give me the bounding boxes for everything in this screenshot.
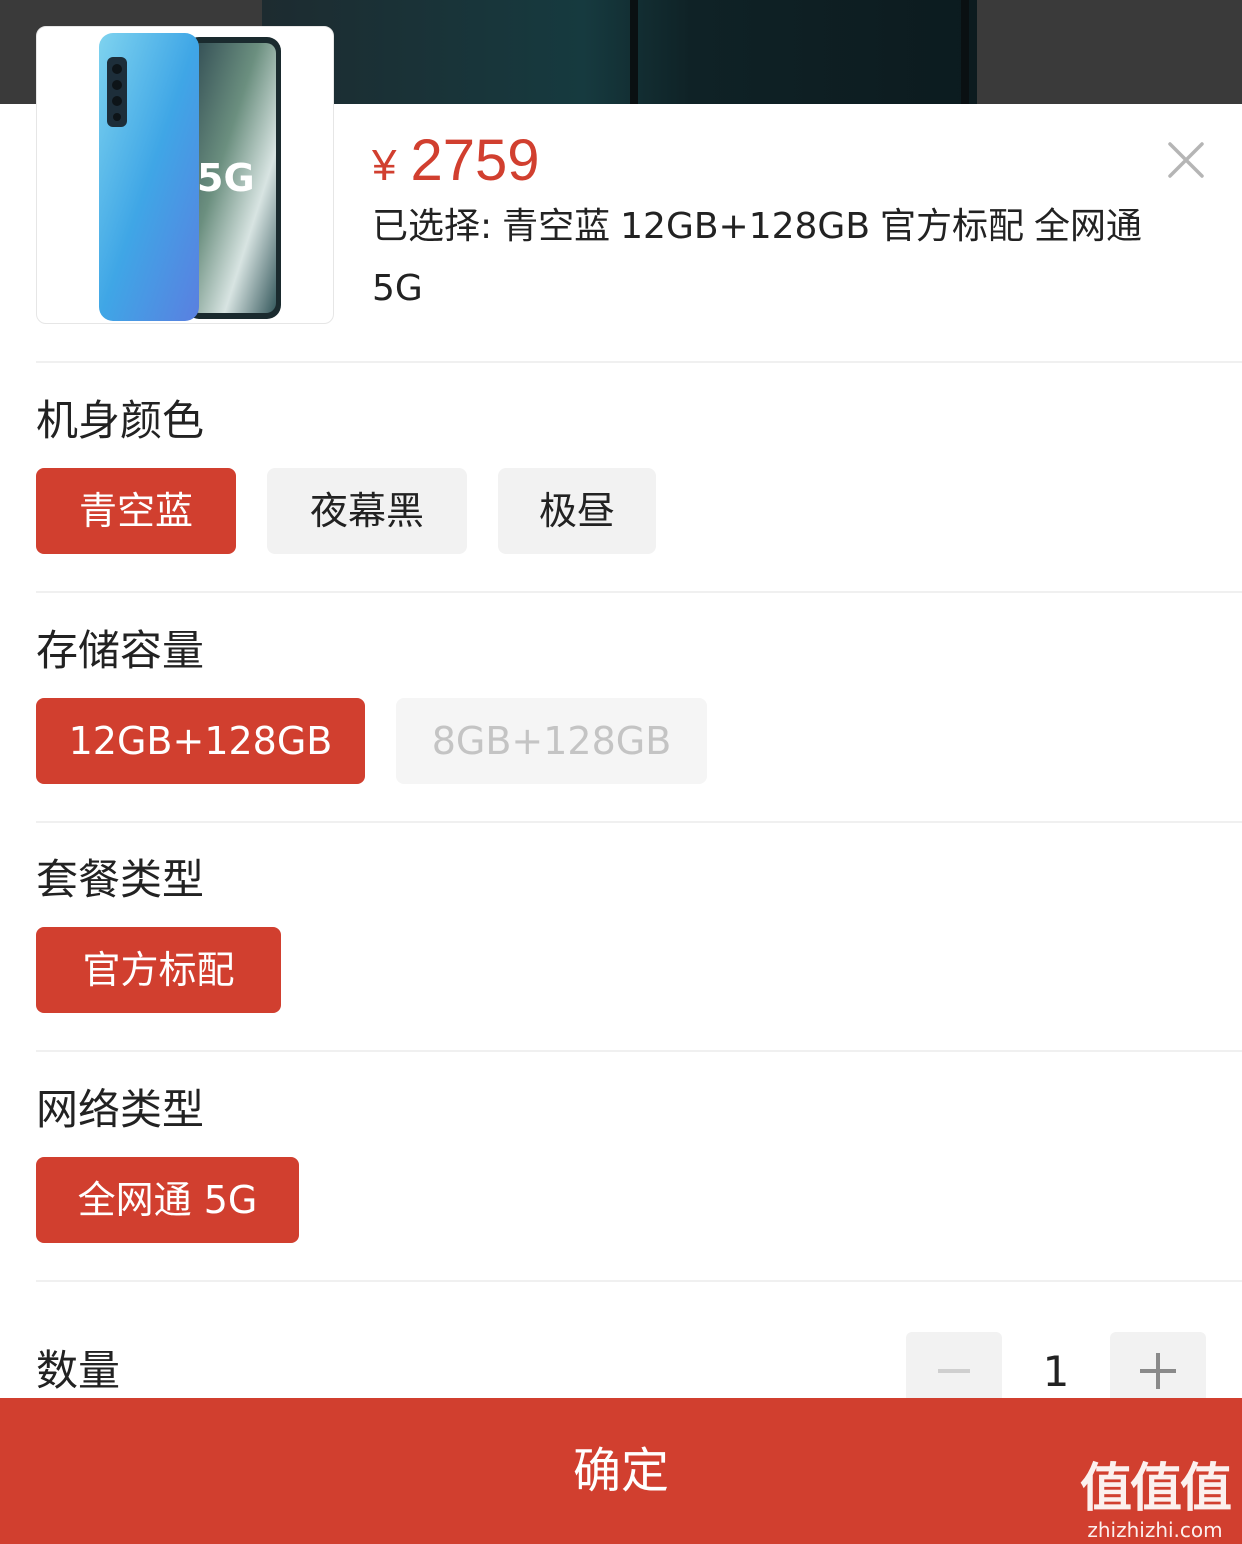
phone-5g-text: 5G xyxy=(197,156,255,200)
network-option-5g[interactable]: 全网通 5G xyxy=(36,1157,299,1243)
package-option-standard[interactable]: 官方标配 xyxy=(36,927,281,1013)
color-option-black[interactable]: 夜幕黑 xyxy=(267,468,467,554)
selected-color: 青空蓝 xyxy=(502,206,611,247)
color-option-white[interactable]: 极昼 xyxy=(498,468,656,554)
network-section-title: 网络类型 xyxy=(36,1085,205,1134)
divider xyxy=(36,1280,1242,1282)
divider xyxy=(36,361,1242,363)
storage-section-title: 存储容量 xyxy=(36,626,205,675)
close-icon xyxy=(1168,142,1204,178)
package-section-title: 套餐类型 xyxy=(36,855,205,904)
backdrop-phone-image xyxy=(262,0,977,104)
divider xyxy=(36,821,1242,823)
quantity-title: 数量 xyxy=(36,1346,121,1395)
phone-image: 5G xyxy=(99,33,281,321)
divider xyxy=(36,1050,1242,1052)
selected-package: 官方标配 xyxy=(880,206,1025,247)
product-thumbnail: 5G xyxy=(36,26,334,324)
plus-icon xyxy=(1140,1353,1176,1389)
storage-option-12gb[interactable]: 12GB+128GB xyxy=(36,698,365,784)
selected-summary: 已选择: 青空蓝 12GB+128GB 官方标配 全网通 5G xyxy=(372,196,1202,320)
selected-label: 已选择: xyxy=(372,206,493,247)
color-section-title: 机身颜色 xyxy=(36,396,205,445)
divider xyxy=(36,591,1242,593)
close-button[interactable] xyxy=(1164,138,1208,182)
quantity-increase-button[interactable] xyxy=(1110,1332,1206,1408)
storage-option-8gb: 8GB+128GB xyxy=(396,698,707,784)
watermark: 值值值 zhizhizhi.com xyxy=(1079,1459,1232,1542)
quantity-decrease-button[interactable] xyxy=(906,1332,1002,1408)
price-value: 2759 xyxy=(410,128,540,193)
watermark-site: zhizhizhi.com xyxy=(1087,1518,1223,1542)
price: ¥2759 xyxy=(372,128,540,199)
watermark-logo: 值值值 xyxy=(1079,1459,1232,1519)
currency-symbol: ¥ xyxy=(372,141,397,190)
color-option-blue[interactable]: 青空蓝 xyxy=(36,468,236,554)
confirm-button[interactable]: 确定 xyxy=(0,1398,1242,1544)
minus-icon xyxy=(938,1369,970,1373)
quantity-value[interactable]: 1 xyxy=(1002,1344,1110,1400)
selected-storage: 12GB+128GB xyxy=(620,206,871,247)
